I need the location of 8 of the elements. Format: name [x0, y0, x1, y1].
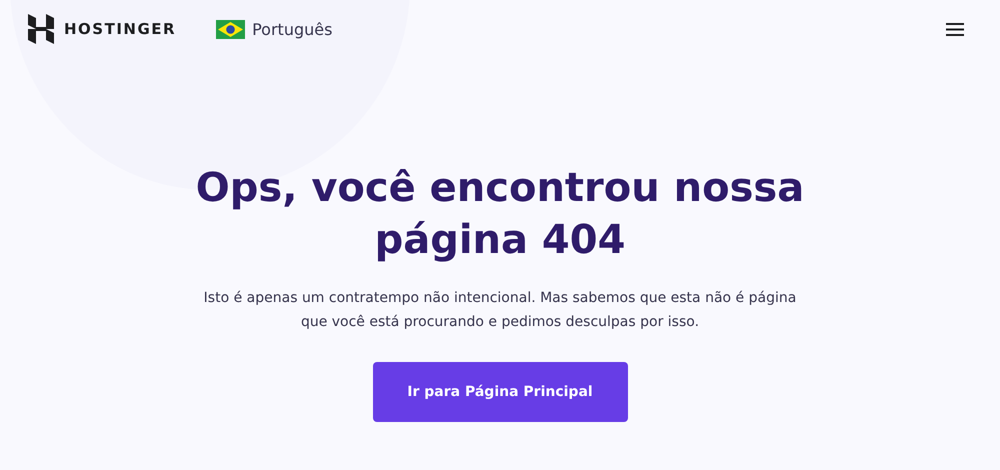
description: Isto é apenas um contratempo não intencional. Mas sabemos que esta não é página que você está procurando e pedimos desculpas por isso.	[202, 289, 798, 332]
logo-icon	[28, 14, 54, 44]
menu-icon[interactable]	[946, 22, 964, 36]
language-selector[interactable]: Português	[252, 20, 332, 38]
logo-text: HOSTINGER	[64, 20, 176, 38]
flag-icon	[216, 20, 246, 38]
page-title: Ops, você encontrou nossa página 404	[194, 164, 806, 265]
home-button[interactable]: Ir para Página Principal	[372, 362, 628, 422]
